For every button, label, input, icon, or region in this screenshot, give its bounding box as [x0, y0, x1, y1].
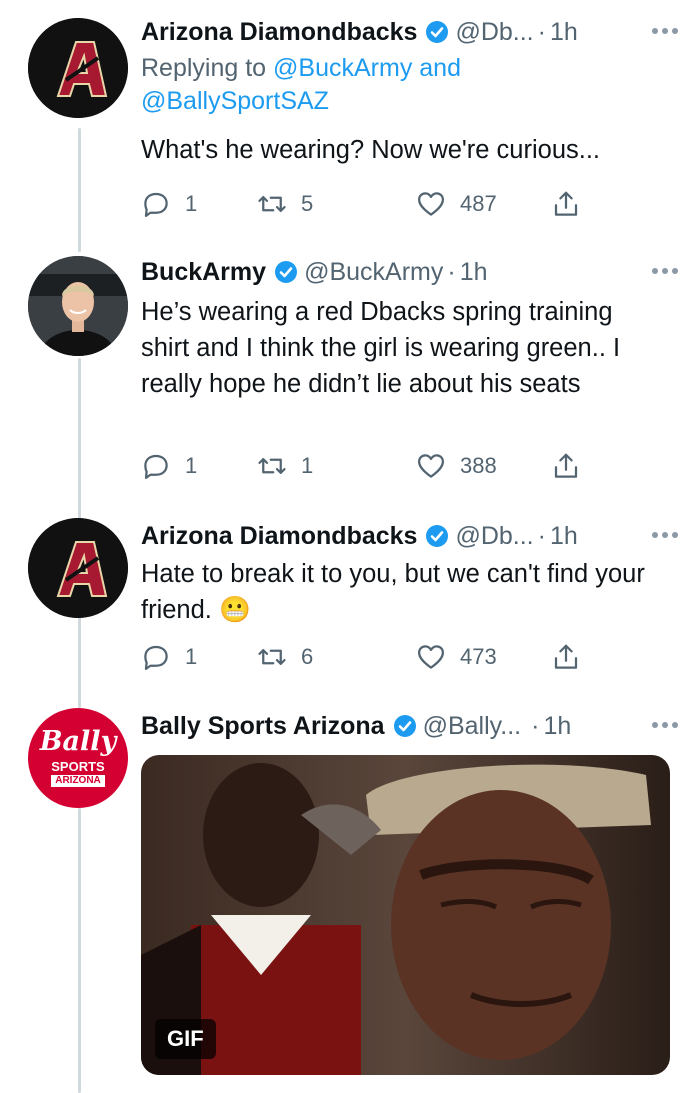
verified-badge-icon — [426, 21, 449, 43]
avatar-dbacks[interactable] — [28, 518, 128, 618]
author-name[interactable]: BuckArmy — [141, 258, 266, 287]
author-handle[interactable]: @BuckArmy — [304, 258, 443, 287]
retweet-button[interactable]: 5 — [257, 184, 313, 224]
like-button[interactable]: 388 — [416, 446, 497, 486]
profile-photo-icon — [28, 256, 128, 356]
separator-dot: · — [537, 17, 546, 46]
like-count: 487 — [460, 191, 497, 216]
timestamp[interactable]: 1h — [460, 258, 488, 287]
retweet-icon — [258, 649, 286, 665]
author-handle[interactable]: @Bally... — [423, 712, 522, 741]
tweet-text: Hate to break it to you, but we can't fi… — [141, 560, 645, 624]
like-button[interactable]: 487 — [416, 184, 497, 224]
retweet-icon — [258, 458, 286, 474]
retweet-button[interactable]: 1 — [257, 446, 313, 486]
reply-icon — [144, 645, 168, 670]
reply-count: 1 — [185, 191, 198, 216]
logo-bally-text: Bally — [39, 726, 117, 757]
share-button[interactable] — [551, 446, 581, 486]
author-handle[interactable]: @Db... — [455, 522, 533, 551]
avatar-bally-sports[interactable]: Bally SPORTS ARIZONA — [28, 708, 128, 808]
verified-badge-icon — [393, 715, 416, 737]
heart-icon — [418, 192, 444, 216]
reply-icon — [144, 454, 168, 479]
separator-dot: · — [537, 521, 546, 550]
author-name[interactable]: Arizona Diamondbacks — [141, 522, 417, 551]
like-button[interactable]: 473 — [416, 637, 497, 677]
share-button[interactable] — [551, 637, 581, 677]
reply-icon — [144, 192, 168, 217]
verified-badge-icon — [426, 525, 449, 547]
tweet-text: He’s wearing a red Dbacks spring trainin… — [141, 298, 621, 398]
reply-count: 1 — [185, 453, 198, 478]
reply-user-link[interactable]: @BallySportSAZ — [141, 87, 329, 115]
retweet-button[interactable]: 6 — [257, 637, 313, 677]
retweet-count: 1 — [301, 453, 314, 478]
separator-dot: · — [447, 257, 456, 286]
separator-dot: · — [531, 711, 540, 740]
thread-line — [78, 616, 81, 708]
reply-count: 1 — [185, 644, 198, 669]
bally-logo-icon: Bally SPORTS ARIZONA — [28, 708, 128, 808]
more-options-icon[interactable] — [648, 522, 682, 548]
dbacks-logo-icon — [28, 18, 128, 118]
like-count: 473 — [460, 644, 497, 669]
logo-arizona-text: ARIZONA — [51, 775, 105, 787]
gif-badge: GIF — [155, 1019, 216, 1059]
share-button[interactable] — [551, 184, 581, 224]
thread-line — [78, 128, 81, 252]
reply-prefix: Replying to — [141, 54, 267, 82]
more-options-icon[interactable] — [648, 18, 682, 44]
reply-button[interactable]: 1 — [141, 446, 197, 486]
author-name[interactable]: Bally Sports Arizona — [141, 712, 385, 741]
replying-to: Replying to @BuckArmy and @BallySportSAZ — [141, 52, 682, 118]
more-options-icon[interactable] — [648, 258, 682, 284]
reply-and: and — [419, 54, 461, 82]
timestamp[interactable]: 1h — [543, 712, 571, 741]
logo-sports-text: SPORTS — [51, 759, 105, 774]
avatar-buckarmy[interactable] — [28, 256, 128, 356]
avatar-dbacks[interactable] — [28, 18, 128, 118]
author-handle[interactable]: @Db... — [455, 18, 533, 47]
like-count: 388 — [460, 453, 497, 478]
share-icon — [554, 191, 578, 216]
author-name[interactable]: Arizona Diamondbacks — [141, 18, 417, 47]
reply-user-link[interactable]: @BuckArmy — [273, 54, 412, 82]
timestamp[interactable]: 1h — [550, 18, 578, 47]
thread-line — [78, 358, 81, 520]
verified-badge-icon — [275, 261, 298, 283]
retweet-icon — [258, 196, 286, 212]
gif-image — [141, 755, 670, 1075]
dbacks-logo-icon — [28, 518, 128, 618]
retweet-count: 6 — [301, 644, 314, 669]
gif-media[interactable]: GIF — [141, 755, 670, 1075]
reply-button[interactable]: 1 — [141, 637, 197, 677]
reply-button[interactable]: 1 — [141, 184, 197, 224]
more-options-icon[interactable] — [648, 712, 682, 738]
share-icon — [554, 644, 578, 669]
heart-icon — [418, 454, 444, 478]
timestamp[interactable]: 1h — [550, 522, 578, 551]
tweet-text: What's he wearing? Now we're curious... — [141, 136, 601, 164]
share-icon — [554, 453, 578, 478]
heart-icon — [418, 645, 444, 669]
retweet-count: 5 — [301, 191, 314, 216]
thread-line — [78, 808, 81, 1093]
